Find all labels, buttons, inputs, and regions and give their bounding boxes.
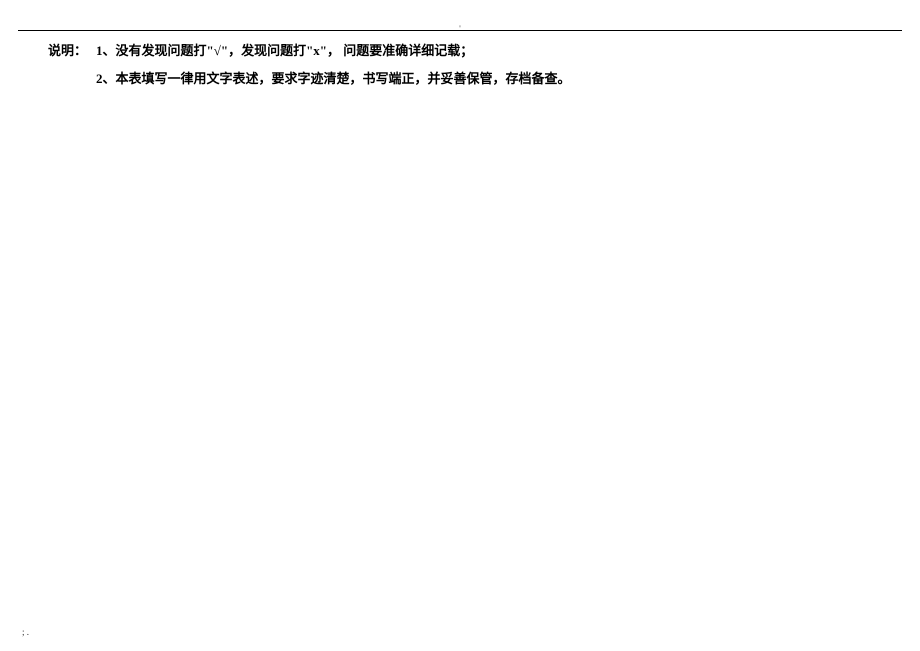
instruction-label: 说明： bbox=[48, 40, 96, 59]
top-divider bbox=[18, 30, 902, 31]
instruction-text-1: 1、没有发现问题打"√"，发现问题打"x"， 问题要准确详细记载； bbox=[96, 41, 473, 62]
instruction-row-1: 说明： 1、没有发现问题打"√"，发现问题打"x"， 问题要准确详细记载； bbox=[48, 40, 872, 62]
page-container: ' 说明： 1、没有发现问题打"√"，发现问题打"x"， 问题要准确详细记载； … bbox=[0, 0, 920, 651]
instruction-text-2: 2、本表填写一律用文字表述，要求字迹清楚，书写端正，并妥善保管，存档备查。 bbox=[96, 69, 571, 90]
top-mark: ' bbox=[459, 24, 460, 33]
bottom-mark: ; . bbox=[22, 627, 29, 637]
instruction-row-2: 说明： 2、本表填写一律用文字表述，要求字迹清楚，书写端正，并妥善保管，存档备查… bbox=[48, 68, 872, 90]
content-area: 说明： 1、没有发现问题打"√"，发现问题打"x"， 问题要准确详细记载； 说明… bbox=[48, 40, 872, 96]
